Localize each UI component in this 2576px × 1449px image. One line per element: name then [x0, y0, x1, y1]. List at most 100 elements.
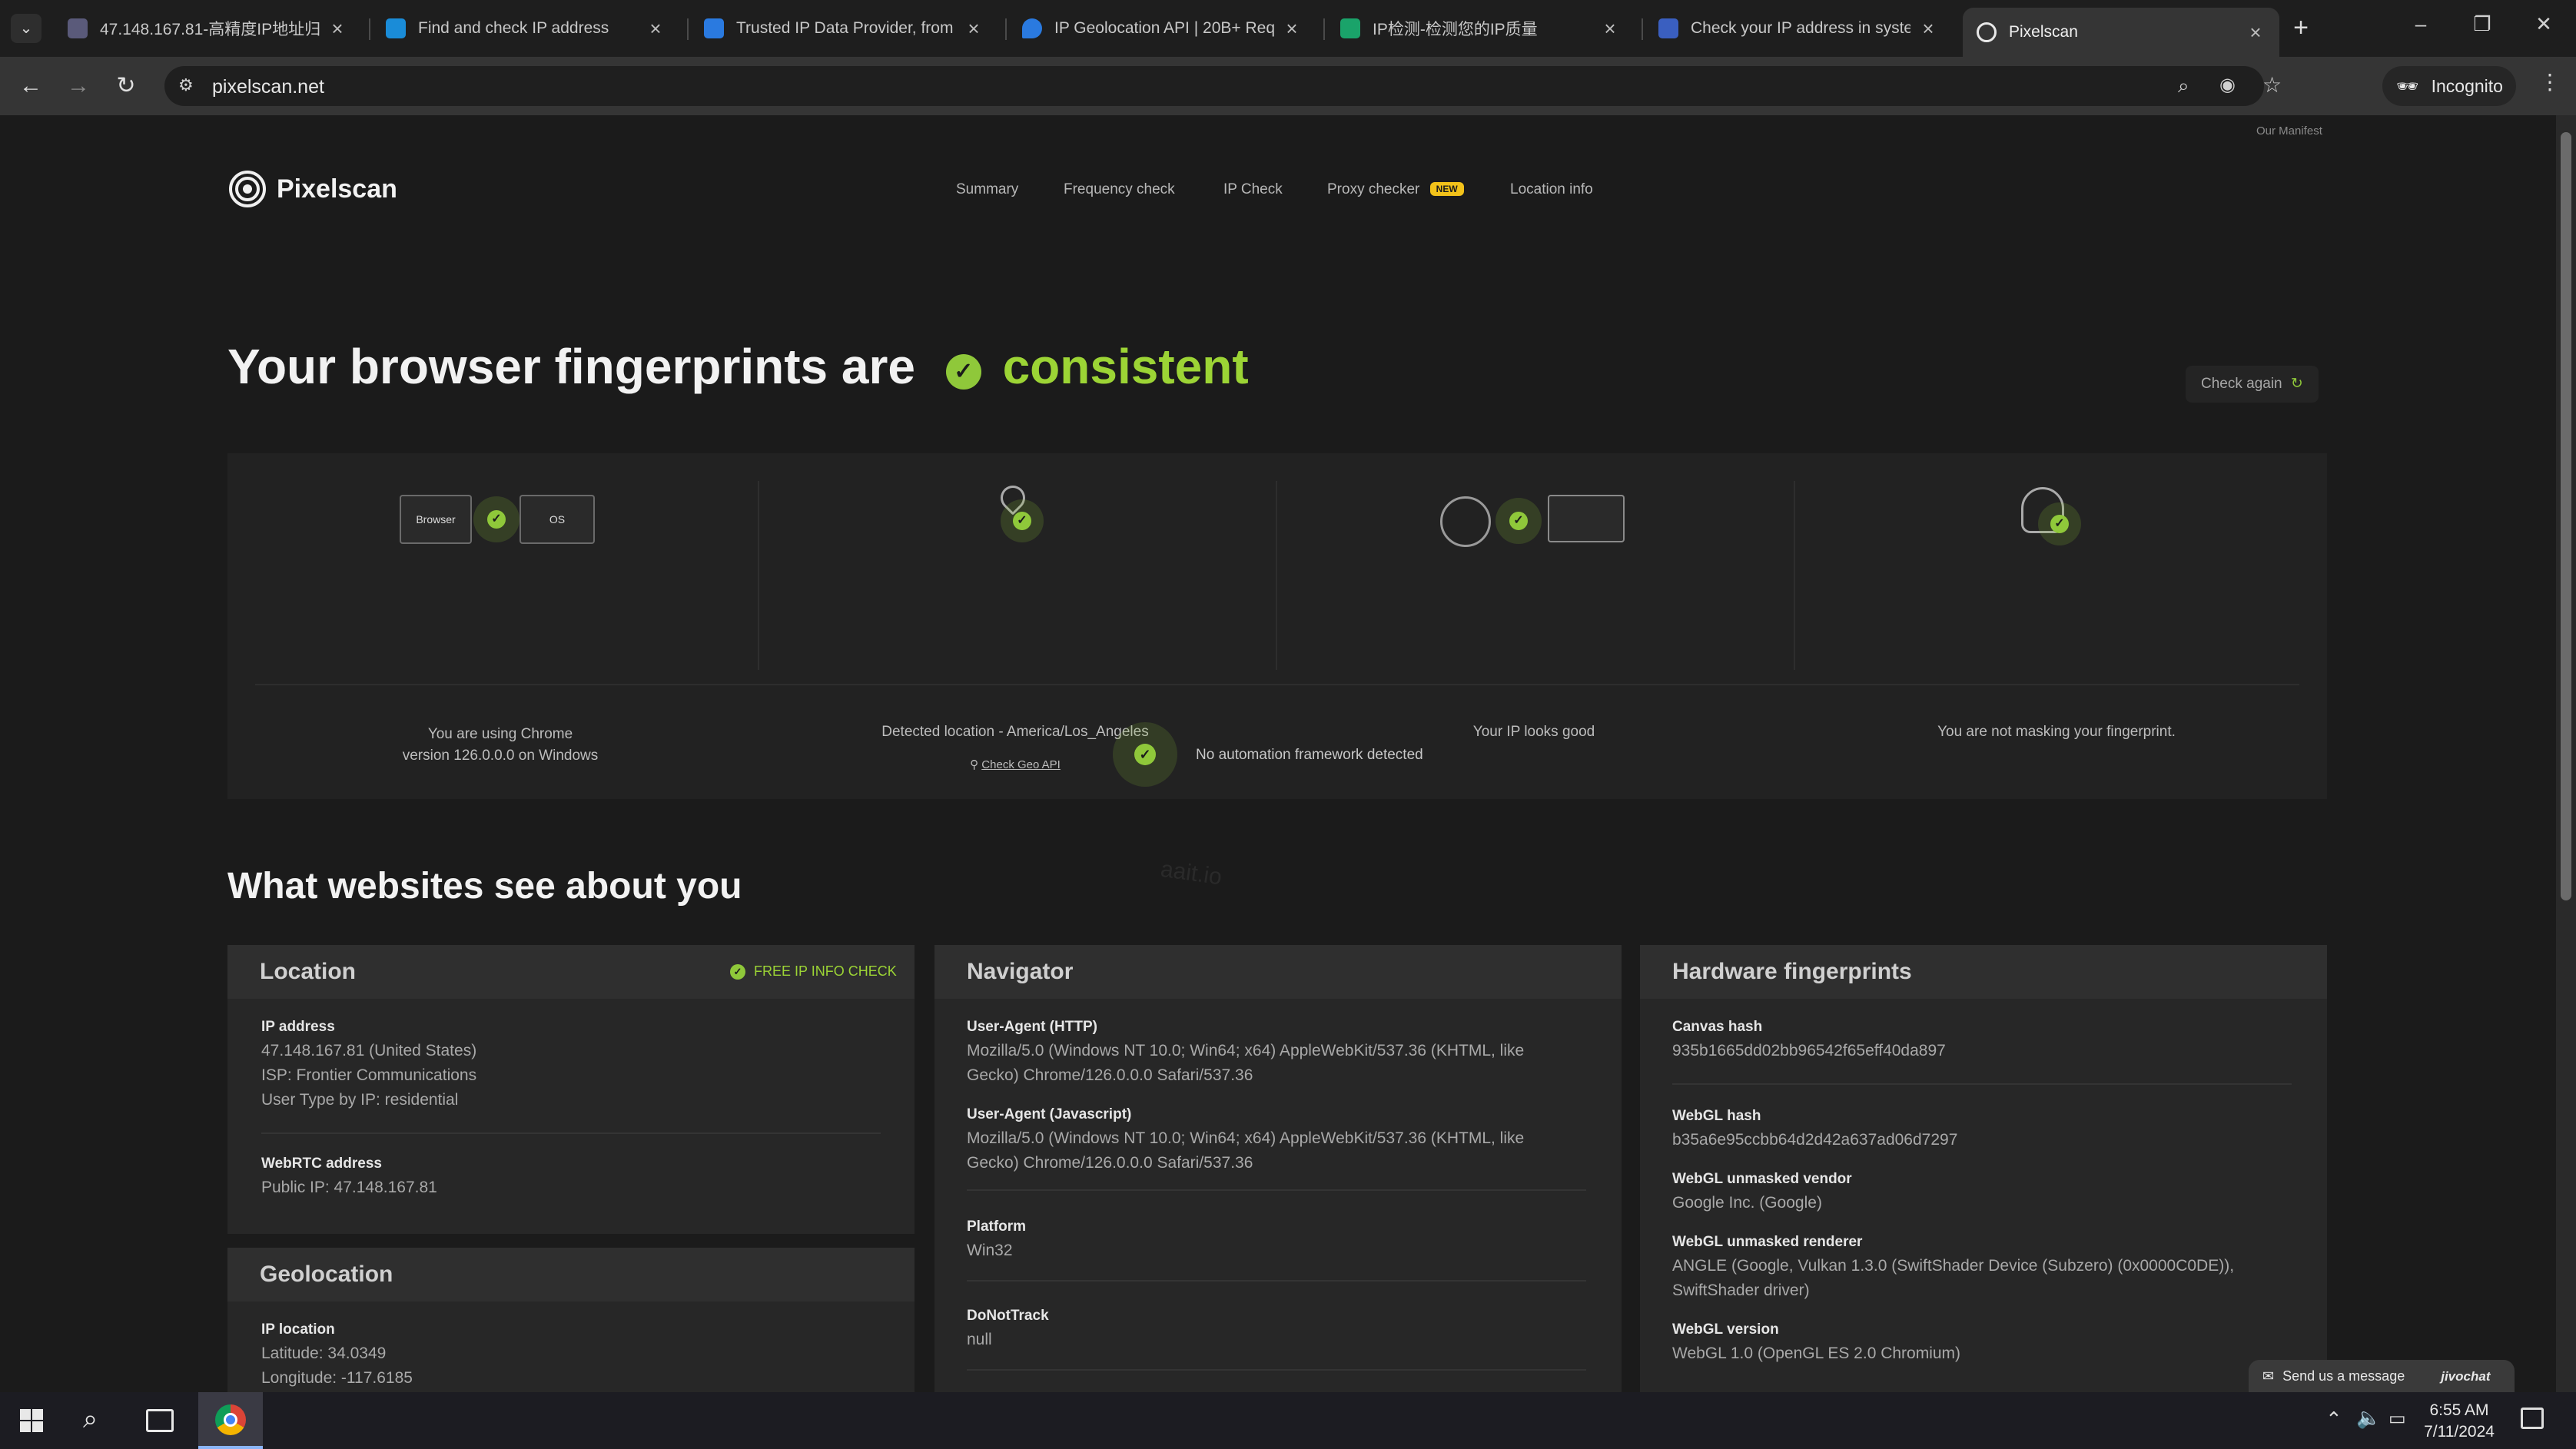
- pixelscan-logo-icon: [229, 171, 266, 207]
- tab-title: IP Geolocation API | 20B+ Reque: [1054, 19, 1274, 37]
- fingerprint-illustration: ✓: [2021, 487, 2098, 556]
- incognito-badge[interactable]: 🕶 Incognito: [2382, 66, 2516, 106]
- ua-js-label: User-Agent (Javascript): [967, 1106, 1132, 1122]
- navigator-card: Navigator User-Agent (HTTP) Mozilla/5.0 …: [934, 945, 1622, 1392]
- tab-title: IP检测-检测您的IP质量: [1373, 21, 1538, 38]
- tab-2[interactable]: Find and check IP address ×: [372, 8, 679, 49]
- tab-4[interactable]: IP Geolocation API | 20B+ Reque ×: [1008, 8, 1316, 49]
- tab-strip: ⌄ 47.148.167.81-高精度IP地址归属 × Find and che…: [0, 0, 2576, 57]
- scrollbar-thumb[interactable]: [2561, 132, 2571, 900]
- close-icon[interactable]: ×: [964, 17, 984, 41]
- clock[interactable]: 6:55 AM 7/11/2024: [2421, 1400, 2498, 1443]
- section-title: What websites see about you: [227, 866, 742, 907]
- tab-6[interactable]: Check your IP address in system ×: [1645, 8, 1952, 49]
- fingerprint-status-text: You are not masking your fingerprint.: [1937, 724, 2176, 740]
- jivochat-label: jivochat: [2441, 1369, 2491, 1384]
- divider: [758, 481, 759, 670]
- hero-prefix: Your browser fingerprints are: [227, 339, 915, 394]
- volume-muted-icon[interactable]: 🔈: [2356, 1406, 2381, 1430]
- chat-widget[interactable]: ✉ Send us a message jivochat: [2249, 1360, 2515, 1392]
- dnt-value: null: [967, 1331, 992, 1348]
- watermark: aait.io: [1159, 856, 1224, 890]
- check-again-button[interactable]: Check again ↻: [2186, 366, 2319, 403]
- close-window-button[interactable]: ✕: [2521, 12, 2567, 43]
- site-logo-icon: [1658, 18, 1678, 38]
- ua-js-line-1: Mozilla/5.0 (Windows NT 10.0; Win64; x64…: [967, 1129, 1525, 1147]
- date: 7/11/2024: [2424, 1423, 2495, 1441]
- ua-http-value: Mozilla/5.0 (Windows NT 10.0; Win64; x64…: [967, 1039, 1524, 1088]
- nav-proxy-checker[interactable]: Proxy checker NEW: [1327, 181, 1464, 198]
- location-pin-icon: [1022, 18, 1042, 38]
- logo-text: Pixelscan: [277, 174, 397, 204]
- menu-kebab-icon[interactable]: ⋮: [2539, 69, 2561, 94]
- page-content: Our Manifest Pixelscan Summary Frequency…: [0, 115, 2556, 1392]
- webgl-renderer-value: ANGLE (Google, Vulkan 1.3.0 (SwiftShader…: [1672, 1254, 2234, 1303]
- forward-button[interactable]: →: [63, 71, 94, 101]
- close-icon[interactable]: ×: [1282, 17, 1302, 41]
- ip-location-label: IP location: [261, 1321, 335, 1338]
- close-icon[interactable]: ×: [1600, 17, 1620, 41]
- nav-location-info[interactable]: Location info: [1510, 181, 1593, 198]
- browser-line-1: You are using Chrome: [427, 726, 573, 742]
- notification-icon[interactable]: [2521, 1408, 2544, 1429]
- reload-button[interactable]: ↻: [111, 71, 141, 101]
- hero-status: consistent: [1002, 339, 1249, 394]
- tab-3[interactable]: Trusted IP Data Provider, from IPv ×: [690, 8, 998, 49]
- page-scrollbar[interactable]: [2556, 115, 2576, 1392]
- check-geo-api-link[interactable]: ⚲ Check Geo API: [781, 758, 1250, 771]
- tab-title: Check your IP address in system: [1691, 19, 1910, 37]
- ip-status-text: Your IP looks good: [1472, 724, 1595, 740]
- platform-label: Platform: [967, 1219, 1027, 1235]
- ip-line-2: ISP: Frontier Communications: [261, 1066, 477, 1084]
- card-title: Navigator: [967, 959, 1074, 984]
- tab-separator: [687, 18, 689, 40]
- incognito-label: Incognito: [2431, 76, 2503, 96]
- nav-frequency-check[interactable]: Frequency check: [1064, 181, 1175, 198]
- close-icon[interactable]: ×: [1918, 17, 1938, 41]
- new-tab-button[interactable]: +: [2284, 11, 2318, 45]
- free-ip-info-check-link[interactable]: ✓ FREE IP INFO CHECK: [730, 963, 897, 980]
- close-icon[interactable]: ×: [646, 17, 666, 41]
- close-icon[interactable]: ×: [2246, 21, 2266, 45]
- manifest-link[interactable]: Our Manifest: [2256, 124, 2322, 138]
- card-title: Location: [260, 959, 356, 984]
- tab-separator: [1005, 18, 1007, 40]
- site-logo[interactable]: Pixelscan: [227, 169, 397, 209]
- latitude: Latitude: 34.0349: [261, 1345, 387, 1362]
- tab-pixelscan[interactable]: Pixelscan ×: [1963, 8, 2279, 57]
- browser-status-text: You are using Chrome version 126.0.0.0 o…: [274, 724, 727, 767]
- back-button[interactable]: ←: [15, 71, 46, 101]
- zoom-icon[interactable]: ⌕: [2178, 74, 2189, 98]
- webgl-hash-label: WebGL hash: [1672, 1108, 1761, 1124]
- tray-chevron-icon[interactable]: ⌃: [2325, 1408, 2342, 1431]
- task-view-icon[interactable]: [146, 1409, 174, 1432]
- divider: [1672, 1083, 2292, 1085]
- network-icon[interactable]: ▭: [2388, 1408, 2406, 1430]
- minimize-button[interactable]: –: [2398, 12, 2444, 43]
- tab-5[interactable]: IP检测-检测您的IP质量 ×: [1326, 8, 1634, 49]
- tab-1[interactable]: 47.148.167.81-高精度IP地址归属 ×: [54, 8, 361, 49]
- refresh-icon: ↻: [2290, 376, 2303, 392]
- restore-button[interactable]: ❐: [2459, 12, 2505, 43]
- renderer-line-1: ANGLE (Google, Vulkan 1.3.0 (SwiftShader…: [1672, 1257, 2235, 1275]
- url-text: pixelscan.net: [212, 76, 324, 98]
- bookmark-star-icon[interactable]: ☆: [2262, 72, 2282, 98]
- check-icon: ✓: [1134, 744, 1156, 765]
- address-bar[interactable]: ⚙ pixelscan.net ⌕ ◉ ☆: [164, 66, 2282, 106]
- eye-off-icon[interactable]: ◉: [2219, 74, 2236, 96]
- nav-ip-check[interactable]: IP Check: [1223, 181, 1283, 198]
- windows-start-icon[interactable]: [20, 1409, 43, 1432]
- laptop-icon: [1548, 495, 1625, 542]
- divider: [255, 684, 2299, 685]
- nav-summary[interactable]: Summary: [956, 181, 1018, 198]
- close-icon[interactable]: ×: [327, 17, 347, 41]
- search-icon[interactable]: ⌕: [83, 1404, 98, 1434]
- tab-search-button[interactable]: ⌄: [11, 14, 41, 43]
- chrome-taskbar-button[interactable]: [198, 1392, 263, 1449]
- site-info-icon[interactable]: ⚙: [178, 75, 194, 95]
- webgl-renderer-label: WebGL unmasked renderer: [1672, 1234, 1863, 1250]
- shield-icon: [704, 18, 724, 38]
- tab-separator: [369, 18, 370, 40]
- check-icon: ✓: [487, 510, 506, 529]
- pin-icon: ⚲: [970, 758, 979, 771]
